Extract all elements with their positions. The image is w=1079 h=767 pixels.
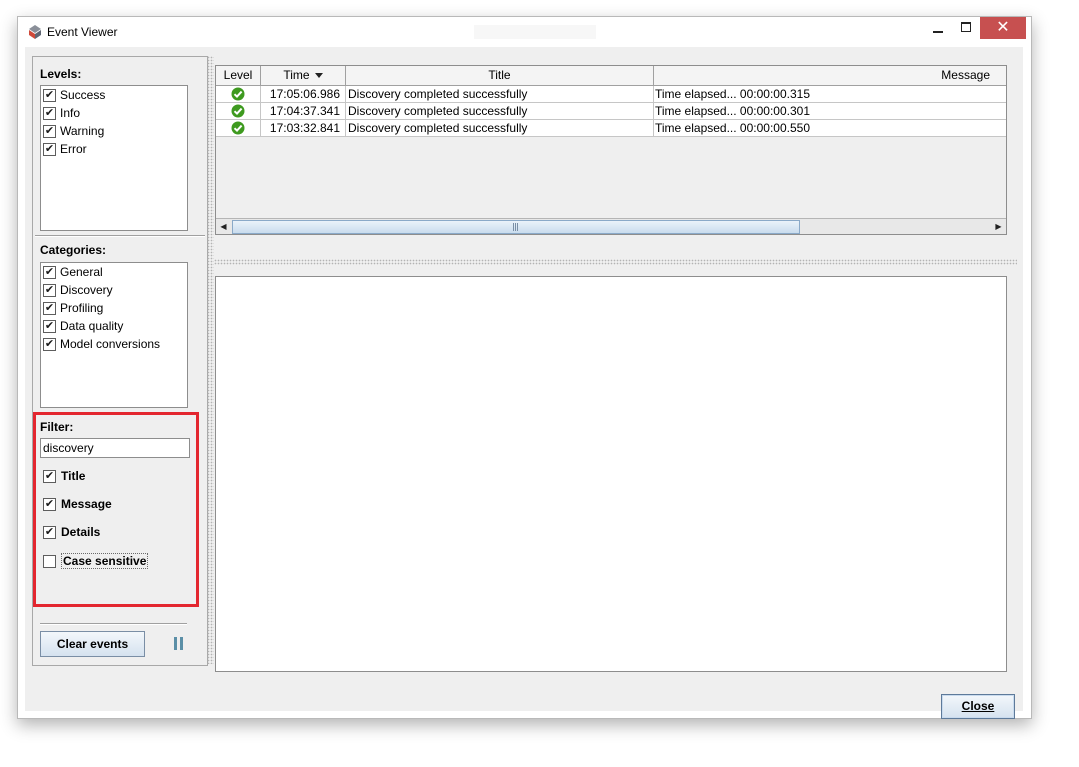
category-item[interactable]: ✔ Data quality	[41, 317, 187, 335]
level-cell	[216, 103, 261, 119]
separator	[40, 623, 187, 625]
category-item[interactable]: ✔ Model conversions	[41, 335, 187, 353]
category-item-label: General	[60, 265, 103, 279]
level-item-label: Success	[60, 88, 106, 102]
time-cell: 17:03:32.841	[261, 120, 346, 136]
maximize-button[interactable]	[952, 17, 980, 39]
title-cell: Discovery completed successfully	[346, 103, 654, 119]
message-cell: Time elapsed... 00:00:00.550	[655, 121, 810, 135]
case-sensitive-option-label: Case sensitive	[61, 553, 149, 569]
column-header-level[interactable]: Level	[216, 66, 261, 85]
checkbox[interactable]: ✔	[43, 142, 56, 156]
filter-option-title[interactable]: ✔ Title	[43, 469, 85, 483]
horizontal-splitter[interactable]	[214, 259, 1017, 265]
app-logo-icon	[29, 25, 41, 39]
category-item-label: Discovery	[60, 283, 113, 297]
title-bar-blank-area	[474, 25, 596, 39]
title-cell: Discovery completed successfully	[346, 86, 654, 102]
table-horizontal-scrollbar[interactable]: ◀ ▶	[216, 218, 1006, 234]
filter-panel: Levels: ✔ Success ✔ Info ✔ Warning ✔ Error Cate…	[32, 56, 208, 666]
scrollbar-thumb[interactable]	[232, 220, 800, 234]
category-item-label: Model conversions	[60, 337, 161, 351]
table-row[interactable]: 17:03:32.841 Discovery completed success…	[216, 120, 1006, 137]
level-cell	[216, 120, 261, 136]
column-header-time[interactable]: Time	[261, 66, 346, 85]
message-cell: Time elapsed... 00:00:00.301	[655, 104, 810, 118]
filter-option-message[interactable]: ✔ Message	[43, 497, 112, 511]
details-option-label: Details	[61, 525, 101, 539]
close-button-label: Close	[961, 699, 995, 713]
category-item-label: Profiling	[60, 301, 104, 315]
column-header-message[interactable]: Message	[654, 66, 1006, 85]
filter-label: Filter:	[40, 420, 74, 434]
time-cell: 17:04:37.341	[261, 103, 346, 119]
title-cell: Discovery completed successfully	[346, 120, 654, 136]
category-item[interactable]: ✔ Profiling	[41, 299, 187, 317]
clear-events-button[interactable]: Clear events	[40, 631, 145, 657]
message-option-label: Message	[61, 497, 112, 511]
window-close-button[interactable]: ✕	[980, 17, 1026, 39]
separator	[35, 235, 205, 237]
levels-label: Levels:	[40, 67, 82, 81]
success-check-icon	[231, 87, 245, 101]
checkbox[interactable]: ✔	[43, 106, 56, 120]
table-header: Level Time Title Message	[216, 66, 1006, 86]
minimize-button[interactable]	[924, 17, 952, 39]
level-item[interactable]: ✔ Info	[41, 104, 187, 122]
scroll-left-arrow-icon[interactable]: ◀	[216, 219, 231, 234]
case-sensitive-checkbox[interactable]	[43, 554, 56, 568]
success-check-icon	[231, 121, 245, 135]
minimize-icon	[933, 31, 943, 33]
checkbox[interactable]: ✔	[43, 124, 56, 138]
table-row[interactable]: 17:04:37.341 Discovery completed success…	[216, 103, 1006, 120]
event-viewer-window: Event Viewer ✕ Levels: ✔ Success ✔ Info ✔ War…	[17, 16, 1032, 719]
categories-label: Categories:	[40, 243, 107, 257]
window-client-area: Levels: ✔ Success ✔ Info ✔ Warning ✔ Error Cate…	[25, 47, 1023, 719]
pause-icon[interactable]	[174, 637, 184, 650]
title-checkbox[interactable]: ✔	[43, 469, 56, 483]
title-option-label: Title	[61, 469, 86, 483]
maximize-icon	[961, 22, 971, 32]
sort-descending-icon	[314, 73, 323, 79]
checkbox[interactable]: ✔	[43, 88, 56, 102]
checkbox[interactable]: ✔	[43, 283, 56, 297]
scrollbar-grip-icon	[513, 223, 519, 231]
filter-option-details[interactable]: ✔ Details	[43, 525, 100, 539]
level-item-label: Info	[60, 106, 81, 120]
scroll-right-arrow-icon[interactable]: ▶	[991, 219, 1006, 234]
level-item-label: Warning	[60, 124, 105, 138]
time-header-label: Time	[283, 68, 310, 82]
details-checkbox[interactable]: ✔	[43, 525, 56, 539]
category-item[interactable]: ✔ Discovery	[41, 281, 187, 299]
checkbox[interactable]: ✔	[43, 265, 56, 279]
category-item[interactable]: ✔ General	[41, 263, 187, 281]
event-details-pane[interactable]	[215, 276, 1007, 672]
vertical-splitter[interactable]	[207, 56, 214, 664]
checkbox[interactable]: ✔	[43, 301, 56, 315]
table-row[interactable]: 17:05:06.986 Discovery completed success…	[216, 86, 1006, 103]
success-check-icon	[231, 104, 245, 118]
time-cell: 17:05:06.986	[261, 86, 346, 102]
message-checkbox[interactable]: ✔	[43, 497, 56, 511]
level-cell	[216, 86, 261, 102]
level-item-label: Error	[60, 142, 87, 156]
title-bar[interactable]: Event Viewer ✕	[18, 17, 1031, 47]
levels-list: ✔ Success ✔ Info ✔ Warning ✔ Error	[40, 85, 188, 231]
events-table: Level Time Title Message 17:05:06.986 Di…	[215, 65, 1007, 235]
window-title: Event Viewer	[47, 25, 118, 39]
close-button[interactable]: Close	[941, 694, 1015, 719]
close-icon: ✕	[996, 19, 1010, 36]
message-cell: Time elapsed... 00:00:00.315	[655, 87, 810, 101]
checkbox[interactable]: ✔	[43, 319, 56, 333]
level-item[interactable]: ✔ Warning	[41, 122, 187, 140]
categories-list: ✔ General ✔ Discovery ✔ Profiling ✔ Data qualit…	[40, 262, 188, 408]
filter-input[interactable]	[40, 438, 190, 458]
column-header-title[interactable]: Title	[346, 66, 654, 85]
category-item-label: Data quality	[60, 319, 124, 333]
checkbox[interactable]: ✔	[43, 337, 56, 351]
filter-option-case-sensitive[interactable]: Case sensitive	[43, 553, 149, 569]
level-item[interactable]: ✔ Success	[41, 86, 187, 104]
level-item[interactable]: ✔ Error	[41, 140, 187, 158]
